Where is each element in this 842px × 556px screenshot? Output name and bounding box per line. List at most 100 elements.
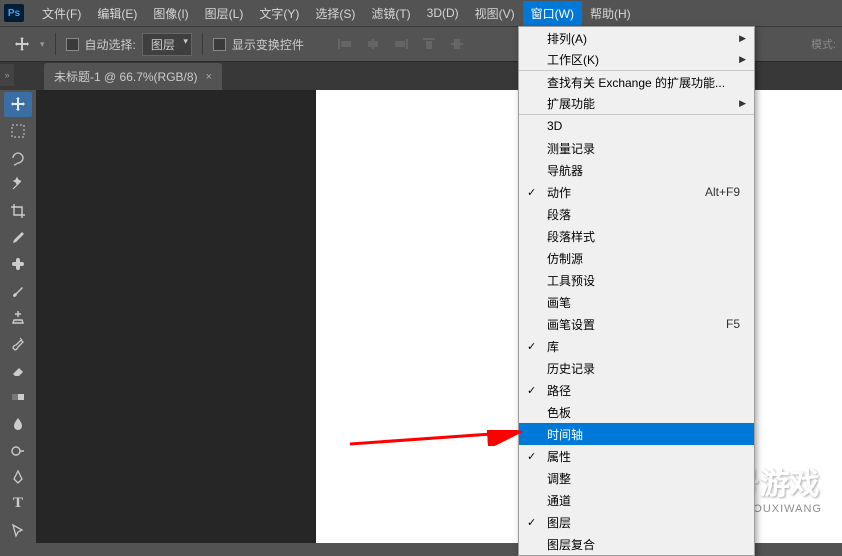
menu-item-16[interactable]: ✓ 路径 [519, 379, 754, 401]
menu-item-9[interactable]: 段落样式 [519, 225, 754, 247]
gradient-tool[interactable] [4, 385, 32, 410]
menu-item-label: 测量记录 [547, 140, 595, 157]
window-menu-dropdown: 排列(A) ▶ 工作区(K) ▶ 查找有关 Exchange 的扩展功能... 扩展功能 ▶… [518, 26, 755, 556]
blur-tool[interactable] [4, 412, 32, 437]
menu-item-2[interactable]: 查找有关 Exchange 的扩展功能... [519, 71, 754, 93]
menu-item-label: 画笔 [547, 294, 571, 311]
shortcut-label: F5 [726, 317, 740, 331]
menu-item-4[interactable]: 3D [519, 115, 754, 137]
menu-item-21[interactable]: 通道 [519, 489, 754, 511]
menu-item-label: 库 [547, 338, 559, 355]
magic-wand-tool[interactable] [4, 172, 32, 197]
menu-filter[interactable]: 滤镜(T) [363, 1, 418, 26]
healing-tool[interactable] [4, 252, 32, 277]
menu-item-11[interactable]: 工具预设 [519, 269, 754, 291]
pen-tool[interactable] [4, 465, 32, 490]
menu-item-label: 路径 [547, 382, 571, 399]
menu-item-label: 属性 [547, 448, 571, 465]
menu-item-1[interactable]: 工作区(K) ▶ [519, 49, 754, 71]
check-icon: ✓ [527, 516, 536, 529]
menu-item-label: 时间轴 [547, 426, 583, 443]
menu-item-17[interactable]: 色板 [519, 401, 754, 423]
menu-edit[interactable]: 编辑(E) [89, 1, 145, 26]
eyedropper-tool[interactable] [4, 225, 32, 250]
menu-help[interactable]: 帮助(H) [582, 1, 639, 26]
menu-item-7[interactable]: ✓动作Alt+F9 [519, 181, 754, 203]
menu-3d[interactable]: 3D(D) [419, 2, 467, 24]
submenu-arrow-icon: ▶ [739, 98, 746, 109]
menu-layer[interactable]: 图层(L) [197, 1, 252, 26]
document-tab-title: 未标题-1 @ 66.7%(RGB/8) [54, 68, 198, 85]
align-top-icon [418, 33, 440, 55]
menu-item-12[interactable]: 画笔 [519, 291, 754, 313]
menu-item-10[interactable]: 仿制源 [519, 247, 754, 269]
menu-item-label: 段落样式 [547, 228, 595, 245]
marquee-tool[interactable] [4, 119, 32, 144]
menu-item-23[interactable]: 图层复合 [519, 533, 754, 555]
crop-tool[interactable] [4, 199, 32, 224]
auto-select-checkbox[interactable] [66, 38, 79, 51]
align-hcenter-icon [362, 33, 384, 55]
brush-tool[interactable] [4, 278, 32, 303]
menu-item-5[interactable]: 测量记录 [519, 137, 754, 159]
menu-item-label: 扩展功能 [547, 95, 595, 112]
mode-label: 模式: [811, 36, 836, 52]
menu-item-label: 调整 [547, 470, 571, 487]
menu-item-8[interactable]: 段落 [519, 203, 754, 225]
type-tool[interactable]: T [4, 492, 32, 517]
submenu-arrow-icon: ▶ [739, 54, 746, 65]
align-right-icon [390, 33, 412, 55]
menu-item-label: 仿制源 [547, 250, 583, 267]
menu-item-14[interactable]: ✓库 [519, 335, 754, 357]
menu-item-22[interactable]: ✓ 图层 [519, 511, 754, 533]
menu-item-19[interactable]: ✓ 属性 [519, 445, 754, 467]
menu-item-label: 工具预设 [547, 272, 595, 289]
menu-file[interactable]: 文件(F) [34, 1, 89, 26]
dodge-tool[interactable] [4, 438, 32, 463]
submenu-arrow-icon: ▶ [739, 33, 746, 44]
menu-window[interactable]: 窗口(W) [523, 1, 582, 26]
check-icon: ✓ [527, 450, 536, 463]
menu-item-15[interactable]: 历史记录 [519, 357, 754, 379]
show-transform-label: 显示变换控件 [232, 36, 304, 53]
check-icon: ✓ [527, 384, 536, 397]
divider [55, 33, 56, 55]
menu-item-label: 工作区(K) [547, 51, 599, 68]
check-icon: ✓ [527, 186, 536, 199]
align-left-icon [334, 33, 356, 55]
clone-stamp-tool[interactable] [4, 305, 32, 330]
menu-item-label: 通道 [547, 492, 571, 509]
menu-item-label: 画笔设置 [547, 316, 595, 333]
menu-item-3[interactable]: 扩展功能 ▶ [519, 93, 754, 115]
auto-select-label: 自动选择: [85, 36, 136, 53]
align-vcenter-icon [446, 33, 468, 55]
lasso-tool[interactable] [4, 145, 32, 170]
menu-image[interactable]: 图像(I) [145, 1, 196, 26]
menu-item-20[interactable]: 调整 [519, 467, 754, 489]
layer-select-dropdown[interactable]: 图层 [142, 33, 192, 56]
menu-select[interactable]: 选择(S) [307, 1, 363, 26]
menu-item-0[interactable]: 排列(A) ▶ [519, 27, 754, 49]
panel-collapse-handle[interactable]: » [0, 64, 14, 86]
menu-item-6[interactable]: 导航器 [519, 159, 754, 181]
menu-type[interactable]: 文字(Y) [251, 1, 307, 26]
shortcut-label: Alt+F9 [705, 185, 740, 199]
menu-item-label: 图层 [547, 514, 571, 531]
ps-logo: Ps [4, 4, 24, 22]
menu-item-label: 导航器 [547, 162, 583, 179]
menu-item-13[interactable]: 画笔设置 F5 [519, 313, 754, 335]
path-select-tool[interactable] [4, 518, 32, 543]
menu-item-label: 色板 [547, 404, 571, 421]
show-transform-checkbox[interactable] [213, 38, 226, 51]
move-tool[interactable] [4, 92, 32, 117]
menu-item-18[interactable]: 时间轴 [519, 423, 754, 445]
history-brush-tool[interactable] [4, 332, 32, 357]
menu-item-label: 历史记录 [547, 360, 595, 377]
menu-item-label: 排列(A) [547, 30, 587, 47]
eraser-tool[interactable] [4, 358, 32, 383]
document-tab[interactable]: 未标题-1 @ 66.7%(RGB/8) × [44, 63, 222, 90]
menu-item-label: 查找有关 Exchange 的扩展功能... [547, 74, 725, 91]
menu-view[interactable]: 视图(V) [467, 1, 523, 26]
close-icon[interactable]: × [206, 71, 212, 83]
move-tool-icon [10, 32, 34, 56]
